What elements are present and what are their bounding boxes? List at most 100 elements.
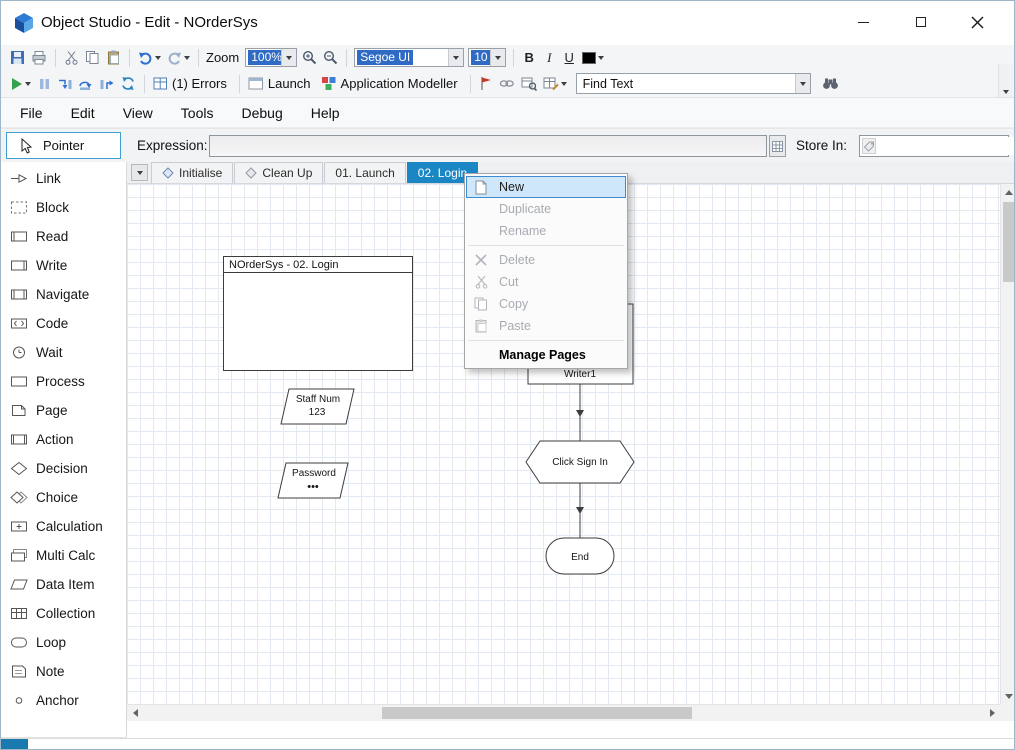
find-button[interactable] xyxy=(819,73,842,95)
paste-button[interactable] xyxy=(103,47,124,69)
zoom-in-button[interactable] xyxy=(299,47,320,69)
page-description-block[interactable]: NOrderSys - 02. Login xyxy=(223,256,413,371)
tool-loop[interactable]: Loop xyxy=(1,628,126,657)
tab-01-launch[interactable]: 01. Launch xyxy=(324,162,406,183)
context-menu-item-paste[interactable]: Paste xyxy=(466,315,626,337)
show-links-button[interactable] xyxy=(496,73,518,95)
save-button[interactable] xyxy=(7,47,28,69)
pointer-tool-button[interactable]: Pointer xyxy=(6,132,121,159)
undo-button[interactable] xyxy=(135,47,164,69)
tool-collection[interactable]: Collection xyxy=(1,599,126,628)
application-modeller-button[interactable]: Application Modeller xyxy=(318,73,465,95)
print-button[interactable] xyxy=(28,47,50,69)
chevron-down-icon[interactable] xyxy=(490,49,506,66)
tool-choice[interactable]: Choice xyxy=(1,483,126,512)
menu-debug[interactable]: Debug xyxy=(227,98,296,128)
horizontal-scroll-thumb[interactable] xyxy=(382,707,692,719)
vertical-scroll-thumb[interactable] xyxy=(1003,202,1014,282)
launch-button[interactable]: Launch xyxy=(245,73,318,95)
tool-block[interactable]: Block xyxy=(1,193,126,222)
tool-write[interactable]: Write xyxy=(1,251,126,280)
pause-button[interactable] xyxy=(34,73,54,95)
context-menu-item-new[interactable]: New xyxy=(466,176,626,198)
tool-action[interactable]: Action xyxy=(1,425,126,454)
context-menu-item-manage-pages[interactable]: Manage Pages xyxy=(466,344,626,366)
context-menu-item-cut[interactable]: Cut xyxy=(466,271,626,293)
data-item-password[interactable]: Password ••• xyxy=(277,462,349,499)
menu-tools[interactable]: Tools xyxy=(167,98,228,128)
search-dependencies-button[interactable] xyxy=(518,73,540,95)
step-in-button[interactable] xyxy=(54,73,75,95)
menu-help[interactable]: Help xyxy=(297,98,354,128)
menu-view[interactable]: View xyxy=(109,98,167,128)
expression-input[interactable] xyxy=(209,135,767,157)
close-button[interactable] xyxy=(953,7,1001,37)
zoom-combobox[interactable]: 100% xyxy=(245,48,298,67)
tool-wait[interactable]: Wait xyxy=(1,338,126,367)
restart-button[interactable] xyxy=(117,73,139,95)
menu-file[interactable]: File xyxy=(6,98,57,128)
tool-page[interactable]: Page xyxy=(1,396,126,425)
context-menu-item-copy[interactable]: Copy xyxy=(466,293,626,315)
expression-editor-button[interactable] xyxy=(769,135,786,157)
errors-button[interactable]: (1) Errors xyxy=(150,73,234,95)
step-over-button[interactable] xyxy=(75,73,96,95)
scroll-left-button[interactable] xyxy=(127,705,143,721)
toolbar-separator xyxy=(238,74,240,93)
link-writer1-to-click-sign-in[interactable] xyxy=(576,384,584,441)
bold-button[interactable]: B xyxy=(519,48,539,68)
stage-end[interactable]: End xyxy=(545,537,615,575)
toolbar-overflow-scrollbar[interactable] xyxy=(998,64,1013,97)
menu-edit[interactable]: Edit xyxy=(57,98,109,128)
tool-anchor[interactable]: Anchor xyxy=(1,686,126,715)
data-item-staff-num[interactable]: Staff Num 123 xyxy=(280,388,355,425)
tool-process[interactable]: Process xyxy=(1,367,126,396)
launch-window-icon xyxy=(248,77,263,90)
tool-note[interactable]: Note xyxy=(1,657,126,686)
find-text-input[interactable] xyxy=(578,76,795,91)
tool-calculation[interactable]: Calculation xyxy=(1,512,126,541)
context-menu-item-duplicate[interactable]: Duplicate xyxy=(466,198,626,220)
scroll-down-button[interactable] xyxy=(1001,688,1014,704)
tool-link[interactable]: Link xyxy=(1,164,126,193)
tool-decision[interactable]: Decision xyxy=(1,454,126,483)
scroll-up-button[interactable] xyxy=(1001,184,1014,200)
font-size-combobox[interactable]: 10 xyxy=(468,48,507,67)
minimize-button[interactable] xyxy=(839,7,887,37)
tool-read[interactable]: Read xyxy=(1,222,126,251)
collection-manager-button[interactable] xyxy=(540,73,570,95)
tool-navigate[interactable]: Navigate xyxy=(1,280,126,309)
chevron-down-icon[interactable] xyxy=(281,49,297,66)
tool-code[interactable]: Code xyxy=(1,309,126,338)
run-button[interactable] xyxy=(7,73,34,95)
underline-button[interactable]: U xyxy=(559,48,579,68)
scroll-right-button[interactable] xyxy=(984,705,1000,721)
tab-list-dropdown-button[interactable] xyxy=(131,164,148,181)
tab-clean-up[interactable]: Clean Up xyxy=(234,162,324,183)
tool-data-item[interactable]: Data Item xyxy=(1,570,126,599)
link-click-sign-in-to-end[interactable] xyxy=(576,483,584,538)
copy-button[interactable] xyxy=(82,47,103,69)
zoom-out-button[interactable] xyxy=(320,47,341,69)
chevron-down-icon[interactable] xyxy=(448,49,464,66)
find-text-combobox[interactable] xyxy=(575,73,811,94)
store-in-input[interactable] xyxy=(878,137,1014,155)
italic-button[interactable]: I xyxy=(539,48,559,68)
cut-button[interactable] xyxy=(61,47,82,69)
store-in-field[interactable] xyxy=(859,135,1014,157)
svg-text:123: 123 xyxy=(309,407,326,418)
context-menu-item-rename[interactable]: Rename xyxy=(466,220,626,242)
horizontal-scrollbar[interactable] xyxy=(127,704,1000,721)
font-family-combobox[interactable]: Segoe UI xyxy=(354,48,465,67)
font-color-button[interactable] xyxy=(579,47,607,69)
stage-click-sign-in[interactable]: Click Sign In xyxy=(525,440,635,484)
tab-initialise[interactable]: Initialise xyxy=(151,162,234,183)
breakpoint-button[interactable] xyxy=(476,73,496,95)
vertical-scrollbar[interactable] xyxy=(1000,184,1014,704)
redo-button[interactable] xyxy=(164,47,193,69)
context-menu-item-delete[interactable]: Delete xyxy=(466,249,626,271)
chevron-down-icon[interactable] xyxy=(794,74,810,93)
tool-multi-calc[interactable]: Multi Calc xyxy=(1,541,126,570)
maximize-button[interactable] xyxy=(897,7,945,37)
step-out-button[interactable] xyxy=(96,73,117,95)
